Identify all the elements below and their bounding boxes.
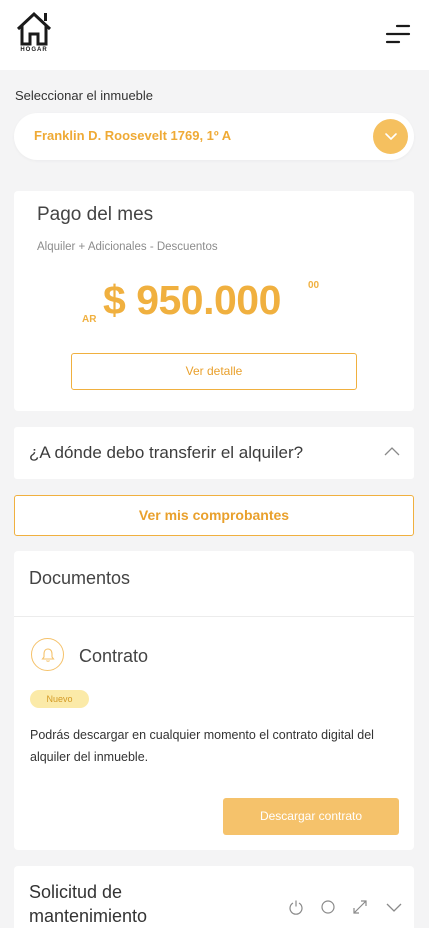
contract-icon-wrap: [31, 638, 64, 671]
divider: [14, 616, 414, 617]
documents-title: Documentos: [29, 568, 131, 588]
currency-prefix: AR: [82, 314, 97, 325]
logo-text: HOGAR: [20, 47, 48, 53]
chevron-down-icon[interactable]: [386, 899, 402, 915]
maintenance-card: Solicitud de mantenimiento: [14, 866, 414, 928]
contract-description: Podrás descargar en cualquier momento el…: [30, 728, 374, 764]
select-arrow-button[interactable]: [373, 119, 408, 154]
property-select[interactable]: Franklin D. Roosevelt 1769, 1º A: [14, 113, 414, 160]
chevron-down-icon: [384, 132, 397, 140]
contract-title: Contrato: [79, 646, 149, 666]
property-select-label: Seleccionar el inmueble: [15, 88, 154, 103]
logo[interactable]: HOGAR: [14, 10, 54, 58]
payment-amount: AR $ 950.000 00: [14, 271, 414, 331]
view-detail-button[interactable]: Ver detalle: [71, 353, 357, 390]
chevron-up-icon: [384, 447, 400, 456]
new-badge: Nuevo: [30, 690, 89, 708]
view-receipts-button[interactable]: Ver mis comprobantes: [14, 495, 414, 536]
documents-card: Documentos Contrato Nuevo Podrás descarg…: [14, 551, 414, 850]
menu-button[interactable]: [385, 22, 411, 46]
maintenance-controls: [288, 899, 404, 917]
payment-subtitle: Alquiler + Adicionales - Descuentos: [37, 241, 218, 253]
power-icon[interactable]: [288, 899, 304, 915]
payment-title: Pago del mes: [37, 204, 154, 225]
maintenance-title: Solicitud de mantenimiento: [29, 882, 148, 926]
transfer-question: ¿A dónde debo transferir el alquiler?: [29, 443, 304, 462]
amount-value: $ 950.000: [103, 277, 281, 323]
bell-icon: [40, 647, 55, 662]
house-icon: [16, 11, 52, 46]
amount-cents: 00: [308, 280, 320, 291]
transfer-accordion[interactable]: ¿A dónde debo transferir el alquiler?: [14, 427, 414, 479]
expand-icon[interactable]: [352, 899, 368, 915]
download-contract-button[interactable]: Descargar contrato: [223, 798, 399, 835]
property-selected-value: Franklin D. Roosevelt 1769, 1º A: [34, 128, 232, 143]
monthly-payment-card: Pago del mes Alquiler + Adicionales - De…: [14, 191, 414, 411]
app-header: HOGAR: [0, 0, 429, 70]
hamburger-menu-icon: [385, 24, 411, 44]
circle-icon[interactable]: [320, 899, 336, 915]
